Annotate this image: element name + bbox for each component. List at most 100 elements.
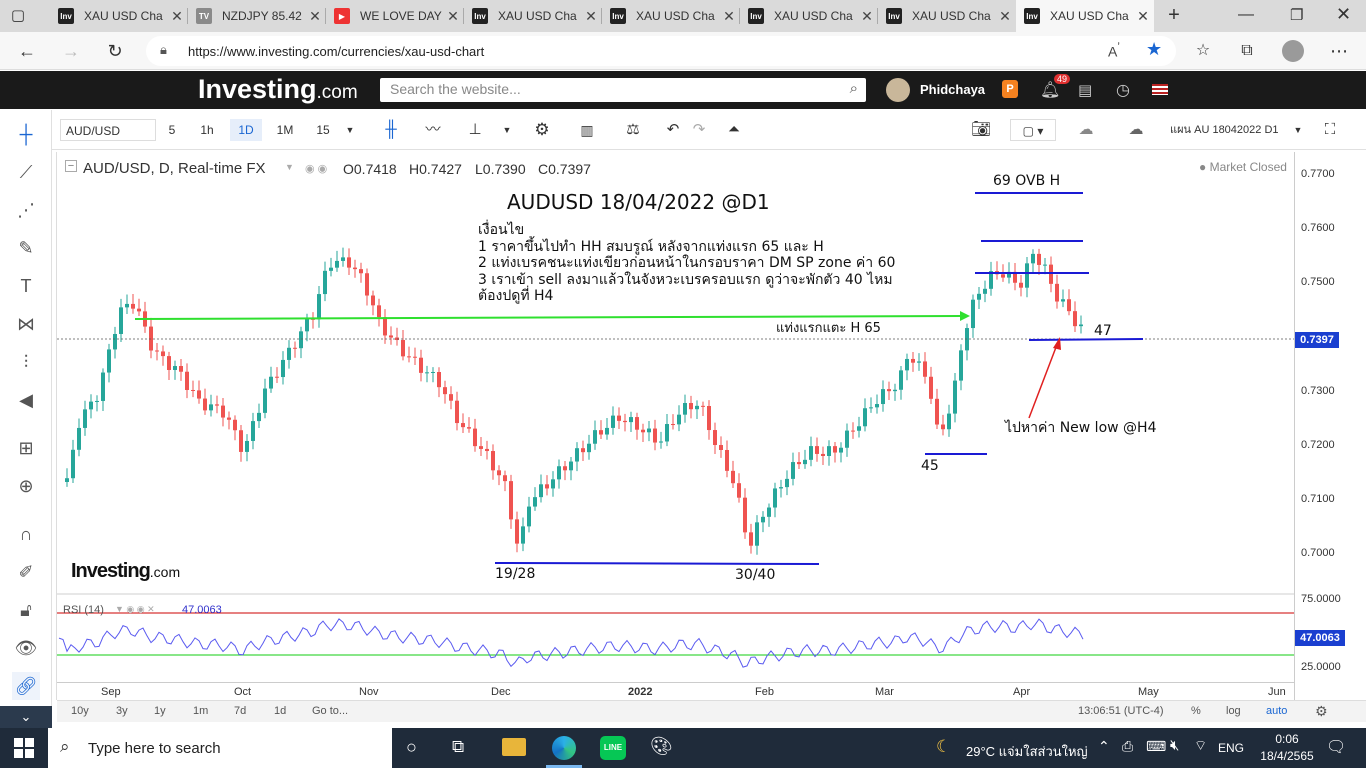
line-app-icon[interactable]: LINE (600, 736, 626, 760)
color-picker[interactable]: ▢ ▾ (1010, 119, 1056, 141)
interval-5[interactable]: 5 (160, 119, 184, 141)
paint-icon[interactable]: 🎨︎ (650, 736, 673, 757)
studies-icon[interactable]: ▥ (574, 119, 600, 141)
redo-icon[interactable]: ↷ (688, 119, 710, 141)
interval-15[interactable]: 15 (308, 119, 338, 141)
read-aloud-icon[interactable]: Aʼ (1108, 41, 1120, 60)
favorite-star-icon[interactable]: ★ (1146, 39, 1162, 60)
magnet-icon[interactable]: ∩ (12, 520, 40, 548)
refresh-icon[interactable]: ↻ (102, 39, 128, 63)
tab-actions-icon[interactable]: ▢ (8, 6, 28, 26)
close-tab-icon[interactable]: ✕ (718, 8, 740, 25)
interval-1d[interactable]: 1D (230, 119, 262, 141)
text-tool-icon[interactable]: T (12, 272, 40, 300)
cloud-upload-icon[interactable]: ☁ (1118, 119, 1154, 141)
minimize-icon[interactable]: — (1238, 6, 1254, 24)
windows-start-icon[interactable] (14, 738, 34, 758)
price-axis[interactable]: 0.7397 75.0000 47.0063 25.0000 0.7700 0.7… (1294, 152, 1366, 700)
close-tab-icon[interactable]: ✕ (166, 8, 188, 25)
browser-tab[interactable]: Inv XAU USD Cha ✕ (50, 0, 188, 32)
compare-icon[interactable]: ⚖ (620, 119, 646, 141)
close-tab-icon[interactable]: ✕ (856, 8, 878, 25)
user-avatar[interactable] (886, 78, 910, 102)
clock-time[interactable]: 0:06 (1270, 732, 1304, 746)
indicators-dropdown-icon[interactable]: ▼ (498, 119, 516, 141)
edge-icon[interactable] (552, 736, 576, 760)
close-tab-icon[interactable]: ✕ (994, 8, 1016, 25)
close-tab-icon[interactable]: ✕ (1132, 8, 1154, 25)
close-tab-icon[interactable]: ✕ (304, 8, 326, 25)
legend-dropdown-icon[interactable]: ▼ (285, 162, 294, 172)
symbol-input[interactable]: AUD/USD (60, 119, 156, 141)
more-menu-icon[interactable]: ⋯ (1326, 39, 1352, 63)
browser-tab[interactable]: Inv XAU USD Cha ✕ (878, 0, 1016, 32)
restore-icon[interactable]: ❐ (1290, 6, 1303, 24)
cloud-download-icon[interactable]: ☁ (1068, 119, 1104, 141)
camera-icon[interactable]: 📷︎ (964, 119, 998, 141)
browser-tab[interactable]: TV NZDJPY 85.42 ✕ (188, 0, 326, 32)
clock-icon[interactable]: ◷ (1116, 80, 1130, 100)
range-7d[interactable]: 7d (234, 705, 246, 717)
eye-icon[interactable]: 👁︎ (12, 634, 40, 662)
file-explorer-icon[interactable] (502, 738, 526, 756)
forward-icon[interactable]: → (58, 39, 84, 63)
pencil-lock-icon[interactable]: ✐ (12, 558, 40, 586)
back-arrow-icon[interactable]: ◀ (12, 386, 40, 414)
username[interactable]: Phidchaya (920, 82, 985, 97)
investing-logo[interactable]: Investing.com (198, 74, 358, 105)
range-10y[interactable]: 10y (71, 705, 89, 717)
lock-icon[interactable]: 🔒︎ (160, 42, 167, 58)
profile-avatar[interactable] (1282, 40, 1304, 62)
browser-tab[interactable]: Inv XAU USD Cha ✕ (464, 0, 602, 32)
tray-chevron-icon[interactable]: ⌃ (1098, 738, 1110, 755)
url-field[interactable]: 🔒︎ https://www.investing.com/currencies/… (146, 36, 1176, 66)
us-flag-icon[interactable] (1152, 84, 1168, 95)
undo-icon[interactable]: ↶ (662, 119, 684, 141)
goto-date[interactable]: Go to... (312, 705, 348, 717)
notifications-icon[interactable]: 🗨︎ (1326, 737, 1346, 757)
alert-icon[interactable]: ⏶ (722, 119, 746, 141)
chart-container[interactable]: − AUD/USD, D, Real-time FX ▼ ◉ ◉ O0.7418… (56, 152, 1295, 700)
tray-keyboard-icon[interactable]: ⌨ (1146, 738, 1166, 755)
collections-icon[interactable]: ⧉ (1234, 39, 1260, 63)
trend-line-icon[interactable]: ⟋ (12, 158, 40, 186)
tray-device-icon[interactable]: ⎙ (1122, 738, 1133, 755)
percent-toggle[interactable]: % (1191, 705, 1201, 717)
cortana-icon[interactable]: ○ (406, 737, 417, 758)
range-1y[interactable]: 1y (154, 705, 166, 717)
search-icon[interactable]: ⌕ (850, 80, 858, 97)
browser-tab[interactable]: Inv XAU USD Cha ✕ (602, 0, 740, 32)
rsi-settings-icon[interactable]: ▼ ◉ ◉ ✕ (115, 604, 155, 615)
interval-dropdown-icon[interactable]: ▼ (340, 119, 360, 141)
measure-icon[interactable]: ⊞ (12, 434, 40, 462)
brush-icon[interactable]: ✎ (12, 234, 40, 262)
weather-text[interactable]: 29°C แจ่มใสส่วนใหญ่ (966, 741, 1088, 762)
portfolio-icon[interactable]: ▤ (1078, 81, 1092, 99)
lock-drawings-icon[interactable]: 🔓︎ (12, 596, 40, 624)
language-indicator[interactable]: ENG (1218, 741, 1244, 755)
prediction-icon[interactable]: ⫶ (12, 348, 40, 376)
pro-icon[interactable]: P (1002, 80, 1018, 98)
fullscreen-icon[interactable]: ⛶ (1318, 119, 1342, 141)
back-icon[interactable]: ← (14, 39, 40, 63)
close-tab-icon[interactable]: ✕ (442, 8, 464, 25)
link-icon[interactable]: 🔗︎ (12, 672, 40, 700)
pattern-icon[interactable]: ⋈ (12, 310, 40, 338)
network-icon[interactable]: ⌔ (1194, 737, 1207, 755)
fib-icon[interactable]: ⋰ (12, 196, 40, 224)
browser-tab[interactable]: Inv XAU USD Cha ✕ (740, 0, 878, 32)
range-1d[interactable]: 1d (274, 705, 286, 717)
layout-dropdown-icon[interactable]: ▼ (1290, 119, 1306, 141)
auto-toggle[interactable]: auto (1266, 705, 1287, 717)
chart-settings-icon[interactable]: ⚙ (1315, 703, 1328, 720)
collapse-toolbar-icon[interactable]: ⌄ (0, 706, 52, 728)
browser-tab[interactable]: Inv XAU USD Cha ✕ (1016, 0, 1154, 32)
new-tab-icon[interactable]: + (1162, 4, 1186, 28)
close-window-icon[interactable]: ✕ (1336, 4, 1351, 25)
legend-settings-icon[interactable]: ◉ ◉ (305, 162, 327, 175)
zoom-icon[interactable]: ⊕ (12, 472, 40, 500)
range-3y[interactable]: 3y (116, 705, 128, 717)
line-chart-icon[interactable]: 〰 (420, 119, 446, 141)
layout-name[interactable]: แผน AU 18042022 D1 (1164, 119, 1290, 141)
range-1m[interactable]: 1m (193, 705, 208, 717)
